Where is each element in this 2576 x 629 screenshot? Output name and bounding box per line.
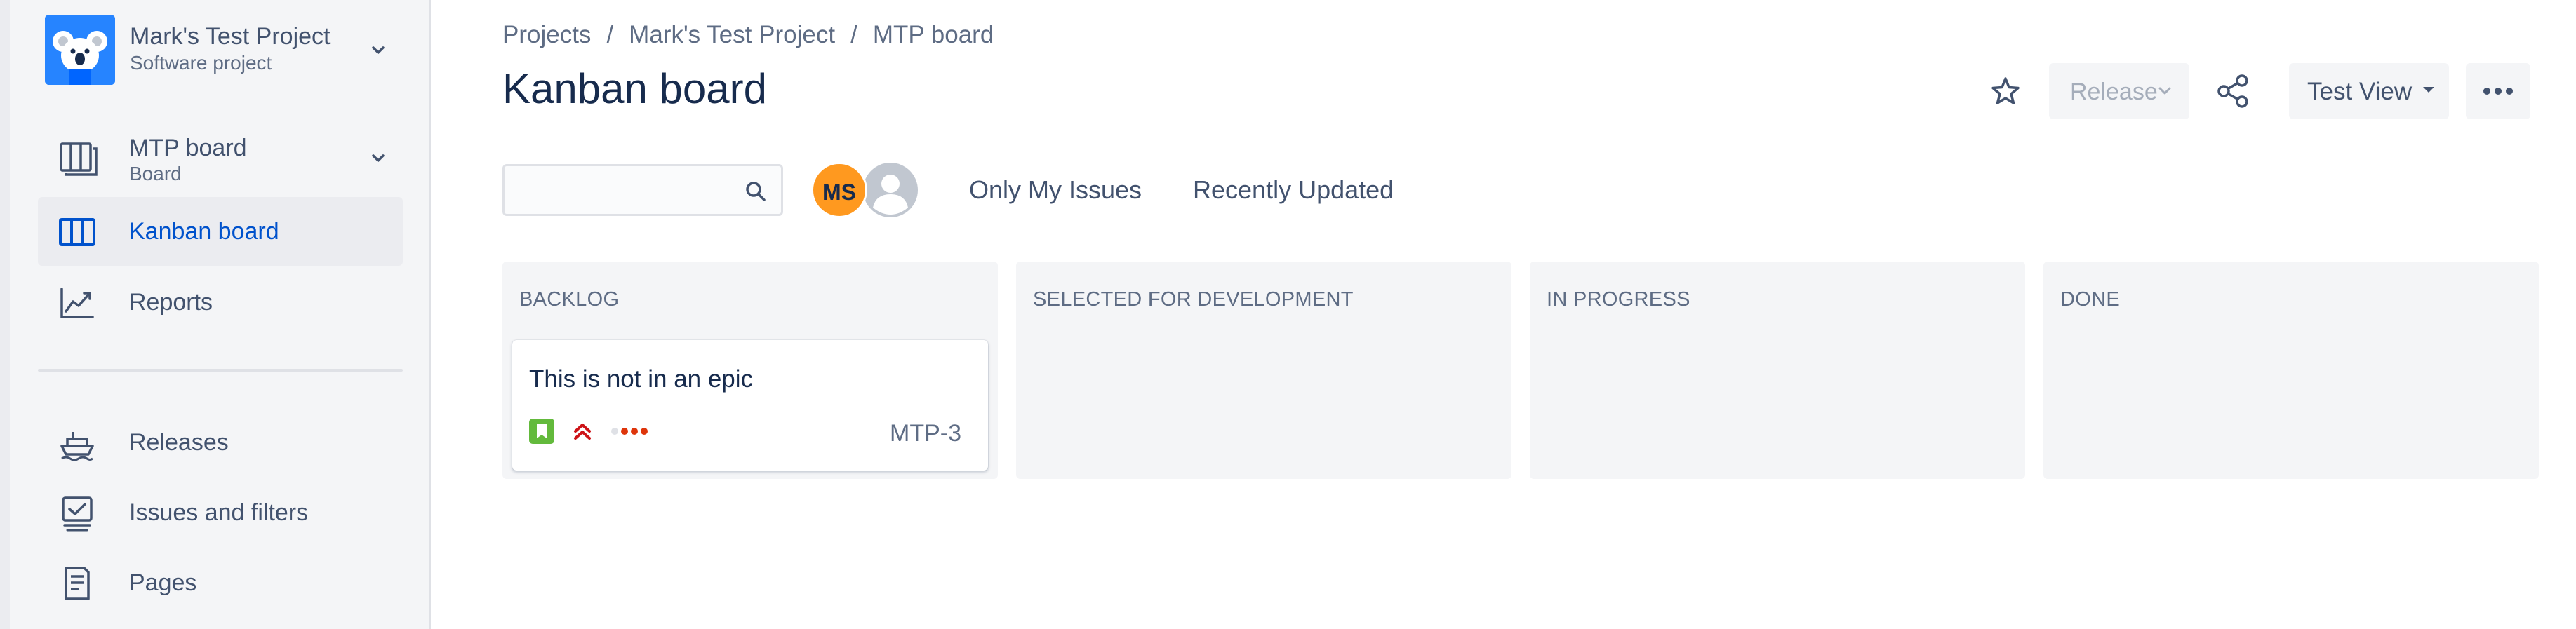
search-input[interactable]: [513, 172, 740, 210]
share-icon[interactable]: [2205, 63, 2261, 119]
project-name: Mark's Test Project: [130, 23, 331, 50]
project-avatar: [45, 15, 115, 85]
board-column-backlog: BACKLOG This is not in an epic MTP-3: [502, 262, 998, 479]
board-column-in-progress: IN PROGRESS: [1530, 262, 2025, 479]
project-header[interactable]: Mark's Test Project Software project: [45, 15, 410, 85]
sidebar-item-reports[interactable]: Reports: [38, 268, 403, 337]
breadcrumb-separator: /: [850, 21, 857, 48]
project-type: Software project: [130, 52, 272, 74]
koala-icon: [45, 15, 115, 85]
kanban-icon: [59, 218, 95, 246]
search-icon: [746, 182, 766, 201]
breadcrumb-item[interactable]: MTP board: [873, 21, 994, 48]
avatar[interactable]: MS: [811, 162, 867, 218]
sidebar-item-issues-and-filters[interactable]: Issues and filters: [38, 478, 403, 547]
sidebar-item-label: Releases: [129, 429, 229, 456]
breadcrumb-item[interactable]: Projects: [502, 21, 591, 48]
filter-only-my-issues[interactable]: Only My Issues: [969, 175, 1142, 205]
chevron-down-icon[interactable]: [368, 40, 389, 61]
sidebar-item-releases[interactable]: Releases: [38, 408, 403, 477]
sidebar-item-label: Issues and filters: [129, 499, 309, 526]
column-title: DONE: [2060, 288, 2120, 311]
board-column-selected-for-development: SELECTED FOR DEVELOPMENT: [1016, 262, 1511, 479]
sidebar-item-kanban-board[interactable]: Kanban board: [38, 197, 403, 266]
chevron-down-icon[interactable]: [368, 148, 389, 169]
estimate-dots-icon: [611, 428, 648, 435]
ship-icon: [60, 432, 94, 461]
sidebar: Mark's Test Project Software project MTP…: [0, 0, 431, 629]
star-icon[interactable]: [1977, 63, 2034, 119]
breadcrumb-separator: /: [606, 21, 614, 48]
view-select-button[interactable]: Test View: [2289, 63, 2449, 119]
bookmark-icon: [537, 424, 547, 438]
filter-recently-updated[interactable]: Recently Updated: [1193, 175, 1394, 205]
release-label: Release: [2070, 79, 2158, 105]
release-button[interactable]: Release: [2049, 63, 2189, 119]
sidebar-item-label: Reports: [129, 289, 213, 316]
view-select-label: Test View: [2307, 78, 2413, 105]
issue-summary: This is not in an epic: [529, 365, 754, 393]
sidebar-item-label: Kanban board: [129, 218, 279, 245]
unassigned-avatar[interactable]: [861, 161, 920, 219]
issue-key[interactable]: MTP-3: [890, 420, 961, 447]
board-icon: [60, 142, 98, 176]
sidebar-divider: [38, 369, 403, 372]
more-icon: [2483, 88, 2513, 95]
breadcrumb-item[interactable]: Mark's Test Project: [629, 21, 835, 48]
board-type: Board: [129, 163, 182, 184]
chevron-down-icon: [2158, 87, 2171, 95]
board-switcher[interactable]: MTP board Board: [38, 126, 403, 189]
sidebar-item-pages[interactable]: Pages: [38, 548, 403, 617]
page-title: Kanban board: [502, 65, 767, 112]
board-column-done: DONE: [2043, 262, 2539, 479]
issue-card[interactable]: This is not in an epic MTP-3: [512, 340, 988, 471]
column-title: BACKLOG: [519, 288, 620, 311]
board-name: MTP board: [129, 135, 247, 161]
search-field[interactable]: [502, 164, 783, 216]
column-title: IN PROGRESS: [1547, 288, 1690, 311]
sidebar-item-label: Pages: [129, 569, 197, 596]
story-icon: [529, 419, 554, 444]
issues-icon: [62, 496, 93, 532]
chart-icon: [60, 288, 94, 318]
sidebar-edge: [0, 0, 10, 629]
highest-priority-icon: [574, 424, 591, 440]
page-icon: [65, 567, 90, 600]
breadcrumb: Projects / Mark's Test Project / MTP board: [502, 21, 994, 49]
caret-down-icon: [2423, 87, 2434, 93]
column-title: SELECTED FOR DEVELOPMENT: [1033, 288, 1354, 311]
user-icon: [863, 163, 918, 217]
more-actions-button[interactable]: [2466, 63, 2530, 119]
